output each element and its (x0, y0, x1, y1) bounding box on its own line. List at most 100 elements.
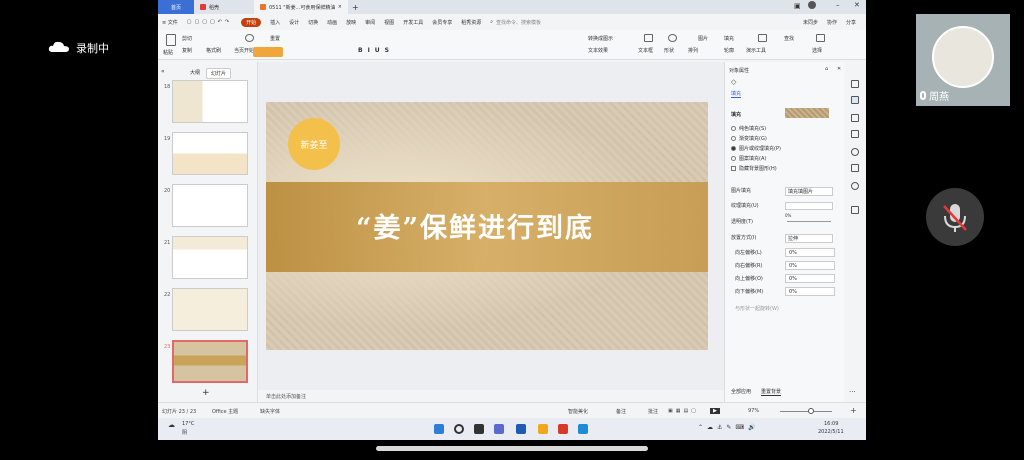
outline-button[interactable]: 轮廓 (724, 47, 734, 54)
menu-member[interactable]: 会员专享 (432, 19, 452, 26)
close-window-icon[interactable]: ✕ (854, 1, 860, 9)
notes-toggle[interactable]: 备注 (616, 408, 626, 415)
menu-review[interactable]: 审阅 (365, 19, 375, 26)
slide-thumbnail-current[interactable] (172, 340, 248, 383)
offset-bottom-input[interactable]: 0% (785, 287, 835, 296)
share-button[interactable]: 分享 (846, 19, 856, 26)
menu-slideshow[interactable]: 放映 (346, 19, 356, 26)
slide-thumbnail[interactable] (172, 80, 248, 123)
slide-thumbnail[interactable] (172, 132, 248, 175)
slide-title[interactable]: “姜”保鲜进行到底 (356, 206, 594, 245)
image-icon[interactable] (851, 164, 859, 172)
close-icon[interactable]: × (338, 4, 342, 10)
command-search[interactable]: 查找命令、搜索模板 (496, 19, 541, 26)
texture-select[interactable] (785, 202, 833, 210)
taskview-icon[interactable] (474, 424, 484, 434)
zoom-slider-thumb[interactable] (808, 408, 814, 414)
search-icon[interactable] (454, 424, 464, 434)
paste-icon[interactable] (166, 34, 176, 46)
slide-thumbnail[interactable] (172, 236, 248, 279)
play-button[interactable]: ▶ (710, 408, 720, 414)
text-icon[interactable] (851, 206, 859, 214)
style-icon[interactable] (851, 80, 859, 88)
reset-background-button[interactable]: 重置背景 (761, 388, 782, 396)
text-effect-button[interactable]: 文本效果 (588, 47, 608, 54)
smart-beautify-button[interactable]: 智能美化 (568, 408, 588, 415)
zoom-level[interactable]: 97% (748, 408, 759, 414)
radio-pattern-fill[interactable] (731, 156, 736, 161)
stretch-select[interactable]: 拉伸 (785, 234, 833, 243)
account-icon[interactable] (808, 1, 816, 9)
menu-developer[interactable]: 开发工具 (403, 19, 423, 26)
slide-thumbnail[interactable] (172, 184, 248, 227)
sync-status[interactable]: 未同步 (803, 19, 818, 26)
add-tab-icon[interactable]: + (352, 3, 359, 12)
convert-smart-button[interactable]: 转换成图示 (588, 35, 613, 42)
search-icon[interactable]: ⌕ (490, 19, 493, 25)
weather-temp[interactable]: 17°C (182, 421, 194, 427)
cut-button[interactable]: 剪切 (182, 35, 192, 42)
slide-thumbnail[interactable] (172, 288, 248, 331)
menu-file[interactable]: ≡ 文件 (162, 19, 178, 26)
shape-icon[interactable] (668, 34, 677, 42)
animation-icon[interactable] (851, 114, 859, 122)
window-layout-icon[interactable]: ▣ (794, 2, 801, 10)
fill-icon[interactable]: ◇ (731, 78, 736, 86)
option-pattern-fill[interactable]: 图案填充(A) (739, 155, 766, 162)
mute-button[interactable] (926, 188, 984, 246)
tab-slides[interactable]: 幻灯片 (206, 68, 232, 79)
radio-solid-fill[interactable] (731, 126, 736, 131)
option-hide-bg[interactable]: 隐藏背景图形(H) (739, 165, 777, 172)
picture-fill-select[interactable]: 填充填图片 (785, 187, 833, 196)
minimize-icon[interactable]: – (836, 1, 840, 9)
slide[interactable]: 新姜至 “姜”保鲜进行到底 (266, 102, 708, 350)
help-icon[interactable] (851, 148, 859, 156)
presentation-tools-button[interactable]: 演示工具 (746, 47, 766, 54)
tab-home[interactable]: 首页 (158, 0, 194, 14)
hide-bg-checkbox[interactable] (731, 166, 736, 171)
text-format-buttons[interactable]: BIUS (358, 47, 394, 54)
option-solid-fill[interactable]: 纯色填充(S) (739, 125, 766, 132)
ime-toolbar[interactable] (253, 47, 283, 57)
explorer-icon[interactable] (538, 424, 548, 434)
menu-insert[interactable]: 插入 (270, 19, 280, 26)
menu-view[interactable]: 视图 (384, 19, 394, 26)
location-icon[interactable] (851, 182, 859, 190)
shape-button[interactable]: 形状 (664, 47, 674, 54)
collaborate-button[interactable]: 协作 (827, 19, 837, 26)
meeting-icon[interactable] (578, 424, 588, 434)
menu-design[interactable]: 设计 (289, 19, 299, 26)
close-pane-icon[interactable]: ✕ (837, 66, 841, 72)
play-from-current-button[interactable]: 当页开始 (234, 47, 254, 54)
tab-fill[interactable]: 填充 (731, 90, 742, 98)
tab-document[interactable]: 0511 "新姜...可食用保鲜精油 × (254, 0, 348, 14)
view-mode-buttons[interactable]: ▣▦▤▢ (668, 408, 699, 414)
transparency-slider[interactable] (787, 221, 831, 222)
quick-access-icons[interactable]: ▢▢▢▢↶↷ (187, 19, 232, 25)
select-icon[interactable] (816, 34, 825, 42)
menu-transition[interactable]: 切换 (308, 19, 318, 26)
comment-toggle[interactable]: 批注 (648, 408, 658, 415)
add-slide-icon[interactable]: + (202, 388, 210, 398)
menu-animation[interactable]: 动画 (327, 19, 337, 26)
pin-icon[interactable]: ⌂ (825, 66, 828, 72)
presentation-tools-icon[interactable] (758, 34, 767, 42)
copy-button[interactable]: 复制 (182, 47, 192, 54)
notes-area[interactable]: 单击此处添加备注 (258, 390, 728, 402)
collapse-panel-icon[interactable]: « (161, 68, 165, 75)
offset-right-input[interactable]: 0% (785, 261, 835, 270)
paste-button[interactable]: 粘贴 (163, 49, 173, 56)
menu-home[interactable]: 开始 (241, 17, 262, 27)
more-icon[interactable]: ··· (849, 388, 856, 396)
reset-button[interactable]: 重置 (270, 35, 280, 42)
start-icon[interactable] (434, 424, 444, 434)
radio-gradient-fill[interactable] (731, 136, 736, 141)
missing-font-button[interactable]: 缺失字体 (260, 408, 280, 415)
word-icon[interactable] (516, 424, 526, 434)
tab-docer[interactable]: 稻壳 (194, 0, 254, 14)
apply-all-button[interactable]: 全部应用 (731, 388, 751, 395)
clock-time[interactable]: 16:09 (824, 421, 838, 427)
arrange-button[interactable]: 排列 (688, 47, 698, 54)
rotate-with-shape-option[interactable]: 与形状一起旋转(W) (735, 305, 779, 312)
zoom-slider[interactable] (780, 411, 832, 412)
